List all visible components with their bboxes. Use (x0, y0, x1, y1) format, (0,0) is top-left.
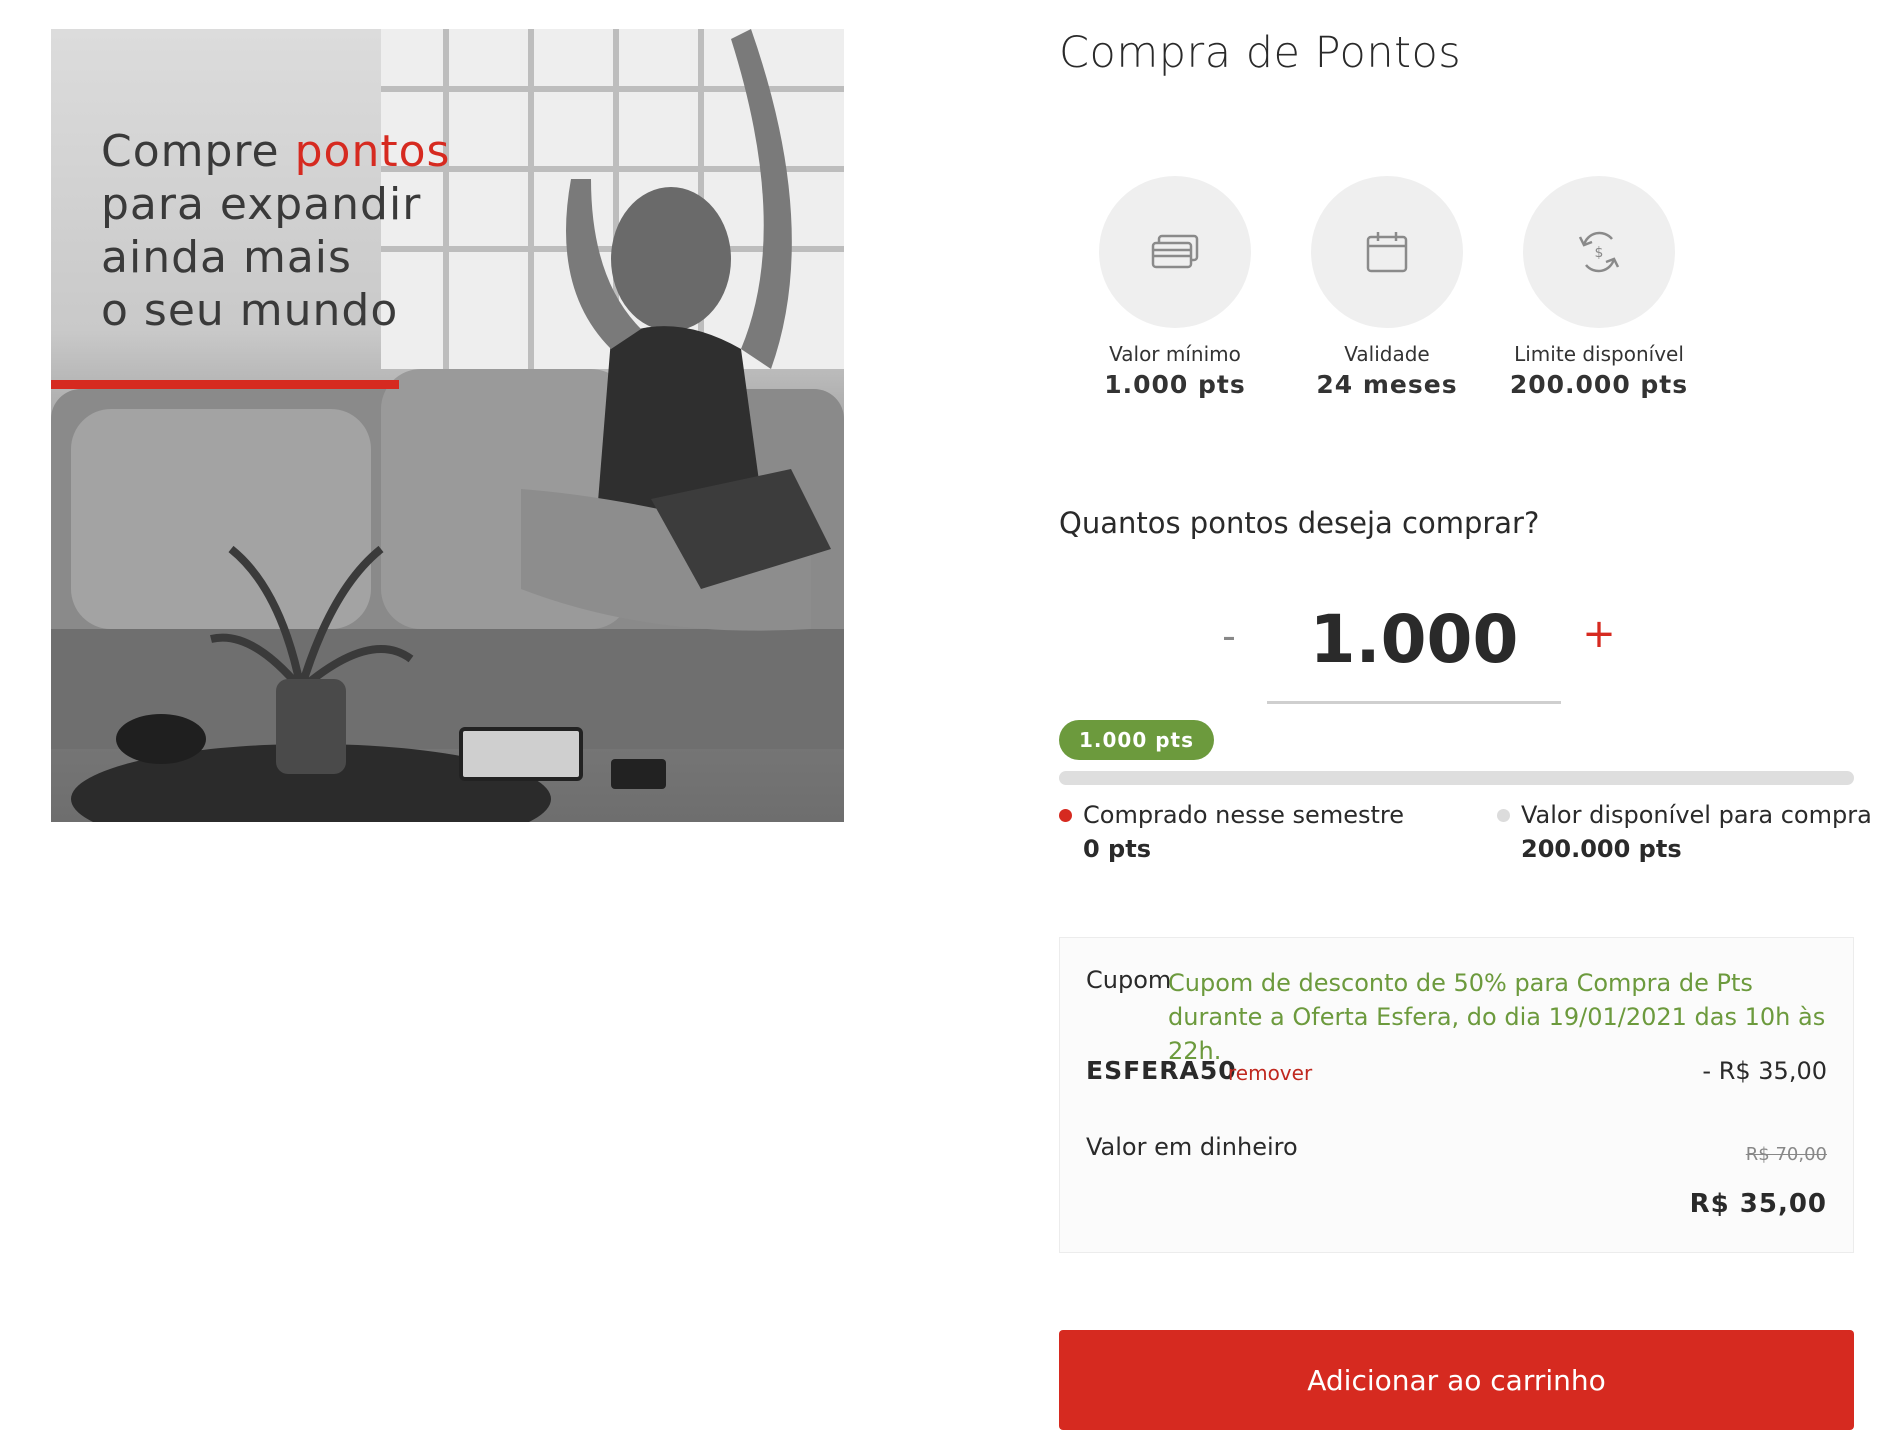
available-dot-icon (1497, 809, 1510, 822)
legend-available: Valor disponível para compra 200.000 pts (1497, 798, 1872, 866)
promo-headline-line-2: para expandir (101, 179, 422, 230)
promo-accent-line (51, 380, 399, 389)
coupon-discount: - R$ 35,00 (1702, 1057, 1827, 1085)
promo-headline-line-4: o seu mundo (101, 285, 399, 336)
svg-text:$: $ (1595, 245, 1604, 261)
feature-validity: Validade 24 meses (1287, 176, 1487, 399)
coupon-code: ESFERA50 (1086, 1056, 1237, 1085)
legend-bought-value: 0 pts (1083, 835, 1151, 863)
remove-coupon-link[interactable]: remover (1228, 1061, 1312, 1085)
original-price: R$ 70,00 (1745, 1144, 1827, 1165)
promo-headline-line-3: ainda mais (101, 232, 352, 283)
cards-icon (1151, 234, 1199, 269)
coupon-box: Cupom Cupom de desconto de 50% para Comp… (1059, 937, 1854, 1253)
increment-button[interactable]: + (1579, 609, 1619, 659)
coupon-description: Cupom de desconto de 50% para Compra de … (1168, 969, 1826, 1065)
feature-label: Limite disponível (1514, 342, 1684, 366)
page-title: Compra de Pontos (1059, 28, 1462, 78)
legend-available-label: Valor disponível para compra (1521, 801, 1872, 829)
feature-label: Valor mínimo (1109, 342, 1241, 366)
add-to-cart-button[interactable]: Adicionar ao carrinho (1059, 1330, 1854, 1430)
final-price: R$ 35,00 (1689, 1189, 1827, 1219)
feature-list: Valor mínimo 1.000 pts Validade 24 meses (1075, 176, 1687, 416)
purchase-progress-bar (1059, 771, 1854, 785)
calendar-icon (1366, 232, 1408, 273)
promo-headline-line-1: Compre pontos (101, 126, 451, 177)
feature-circle (1311, 176, 1463, 328)
purchase-points-page: Compre pontos para expandir ainda mais o… (0, 0, 1894, 1444)
purchase-panel: Compra de Pontos Valor mínimo 1.000 pts (1059, 0, 1872, 1444)
feature-circle (1099, 176, 1251, 328)
legend-available-value: 200.000 pts (1521, 835, 1682, 863)
bought-dot-icon (1059, 809, 1072, 822)
quantity-question: Quantos pontos deseja comprar? (1059, 506, 1540, 540)
promo-headline: Compre pontos para expandir ainda mais o… (101, 125, 450, 337)
feature-value: 24 meses (1316, 370, 1458, 399)
promo-headline-accent: pontos (294, 126, 451, 177)
feature-label: Validade (1344, 342, 1430, 366)
coupon-label: Cupom (1086, 966, 1172, 994)
cash-value-label: Valor em dinheiro (1086, 1133, 1298, 1161)
money-exchange-icon: $ (1578, 231, 1620, 273)
legend-bought: Comprado nesse semestre 0 pts (1059, 798, 1404, 866)
selected-points-badge: 1.000 pts (1059, 720, 1215, 760)
feature-circle: $ (1523, 176, 1675, 328)
feature-available-limit: $ Limite disponível 200.000 pts (1499, 176, 1699, 399)
decrement-button[interactable]: - (1209, 611, 1249, 661)
promo-image: Compre pontos para expandir ainda mais o… (51, 29, 844, 822)
quantity-input[interactable]: 1.000 (1267, 585, 1561, 704)
quantity-stepper: - 1.000 + (1209, 585, 1689, 705)
feature-value: 200.000 pts (1509, 370, 1689, 399)
feature-value: 1.000 pts (1104, 370, 1246, 399)
legend-bought-label: Comprado nesse semestre (1083, 801, 1404, 829)
feature-minimum-value: Valor mínimo 1.000 pts (1075, 176, 1275, 399)
